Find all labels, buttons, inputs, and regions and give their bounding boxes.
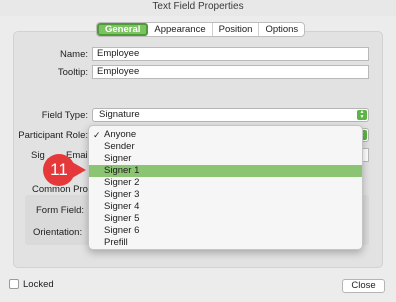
step-number-badge: 11 <box>43 154 75 186</box>
field-type-select[interactable]: Signature ▲ ▼ <box>92 108 369 122</box>
common-properties-label: Common Prop <box>32 184 94 195</box>
participant-role-label: Participant Role: <box>18 130 88 141</box>
chevron-updown-icon: ▲▼ <box>357 110 367 120</box>
menu-item-sender[interactable]: Sender <box>89 141 362 153</box>
menu-item-signer-2[interactable]: Signer 2 <box>89 177 362 189</box>
tab-options[interactable]: Options <box>259 23 304 36</box>
step-arrow-icon <box>72 162 86 178</box>
menu-item-signer[interactable]: Signer <box>89 153 362 165</box>
menu-item-anyone[interactable]: ✓ Anyone <box>89 129 362 141</box>
locked-label: Locked <box>23 279 54 290</box>
name-field[interactable]: Employee <box>92 47 369 61</box>
menu-item-signer-5[interactable]: Signer 5 <box>89 213 362 225</box>
menu-item-prefill[interactable]: Prefill <box>89 237 362 249</box>
participant-role-menu: ✓ Anyone Sender Signer Signer 1 Signer 2… <box>88 125 363 250</box>
orientation-label: Orientation: <box>33 227 83 238</box>
field-type-value: Signature <box>99 109 140 120</box>
menu-item-signer-3[interactable]: Signer 3 <box>89 189 362 201</box>
menu-item-signer-6[interactable]: Signer 6 <box>89 225 362 237</box>
locked-checkbox[interactable] <box>9 279 19 289</box>
signer-email-field[interactable] <box>362 148 369 162</box>
tooltip-label: Tooltip: <box>57 67 88 78</box>
field-type-label: Field Type: <box>41 110 88 121</box>
name-label: Name: <box>60 49 88 60</box>
window-title: Text Field Properties <box>0 0 396 16</box>
tab-appearance[interactable]: Appearance <box>148 23 213 36</box>
tooltip-field[interactable]: Employee <box>92 65 369 79</box>
close-button[interactable]: Close <box>342 279 385 293</box>
menu-item-signer-4[interactable]: Signer 4 <box>89 201 362 213</box>
form-field-label: Form Field: <box>36 205 85 216</box>
tab-position[interactable]: Position <box>213 23 260 36</box>
tab-bar: General Appearance Position Options <box>96 22 306 37</box>
checkmark-icon: ✓ <box>93 130 101 140</box>
menu-item-signer-1[interactable]: Signer 1 <box>89 165 362 177</box>
tab-general[interactable]: General <box>97 23 149 36</box>
